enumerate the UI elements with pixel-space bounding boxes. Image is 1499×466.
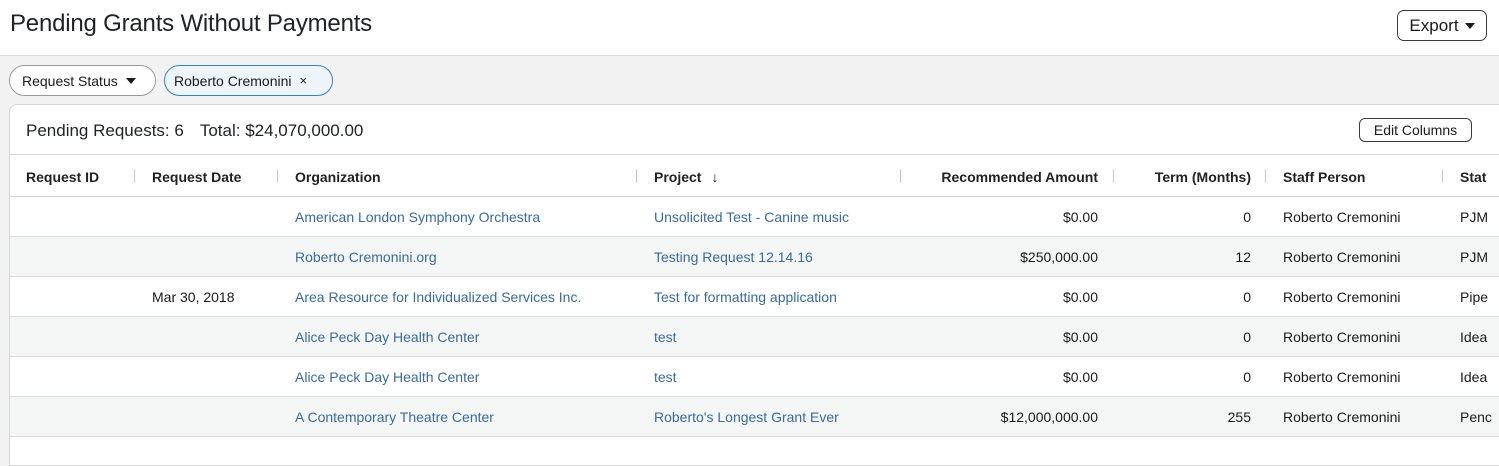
organization-link[interactable]: A Contemporary Theatre Center — [295, 397, 494, 436]
project-link[interactable]: test — [654, 357, 677, 396]
staff-cell: Roberto Cremonini — [1283, 248, 1401, 265]
table-header: Request ID Request Date Organization Pro… — [10, 154, 1499, 197]
export-button[interactable]: Export — [1397, 10, 1487, 41]
column-header-request-id[interactable]: Request ID — [26, 155, 99, 198]
amount-cell: $0.00 — [1062, 208, 1098, 225]
table-row: Roberto Cremonini.org Testing Request 12… — [10, 237, 1499, 277]
column-divider[interactable] — [1442, 169, 1443, 183]
column-header-recommended-amount[interactable]: Recommended Amount — [910, 155, 1098, 198]
staff-cell: Roberto Cremonini — [1283, 408, 1401, 425]
staff-cell: Roberto Cremonini — [1283, 368, 1401, 385]
staff-cell: Roberto Cremonini — [1283, 328, 1401, 345]
status-cell: Pipe — [1460, 288, 1489, 305]
close-icon[interactable]: × — [300, 73, 308, 88]
requests-card: Pending Requests: 6 Total: $24,070,000.0… — [9, 104, 1499, 466]
column-divider[interactable] — [900, 169, 901, 183]
status-cell: PJM — [1460, 208, 1488, 225]
term-cell: 0 — [1243, 288, 1251, 305]
request-status-filter-label: Request Status — [22, 72, 118, 89]
project-link[interactable]: Testing Request 12.14.16 — [654, 237, 813, 276]
summary-bar: Pending Requests: 6 Total: $24,070,000.0… — [26, 121, 363, 141]
status-cell: Penc — [1460, 408, 1492, 425]
amount-cell: $0.00 — [1062, 368, 1098, 385]
term-cell: 0 — [1243, 328, 1251, 345]
column-divider[interactable] — [277, 169, 278, 183]
organization-link[interactable]: Area Resource for Individualized Service… — [295, 277, 581, 316]
organization-link[interactable]: American London Symphony Orchestra — [295, 197, 540, 236]
edit-columns-button[interactable]: Edit Columns — [1359, 118, 1472, 142]
staff-cell: Roberto Cremonini — [1283, 288, 1401, 305]
page-title: Pending Grants Without Payments — [10, 10, 372, 37]
column-divider[interactable] — [1113, 169, 1114, 183]
export-label: Export — [1409, 15, 1459, 35]
table-row: A Contemporary Theatre Center Roberto's … — [10, 397, 1499, 437]
column-header-status[interactable]: Stat — [1460, 155, 1486, 198]
column-divider[interactable] — [134, 169, 135, 183]
staff-person-filter-label: Roberto Cremonini — [174, 72, 292, 89]
project-link[interactable]: Test for formatting application — [654, 277, 837, 316]
table-row: Mar 30, 2018 Area Resource for Individua… — [10, 277, 1499, 317]
column-header-term[interactable]: Term (Months) — [1120, 155, 1251, 198]
term-cell: 255 — [1227, 408, 1251, 425]
caret-down-icon — [1464, 22, 1475, 29]
project-link[interactable]: Roberto's Longest Grant Ever — [654, 397, 839, 436]
column-divider[interactable] — [1265, 169, 1266, 183]
staff-cell: Roberto Cremonini — [1283, 208, 1401, 225]
table-row: Alice Peck Day Health Center test $0.00 … — [10, 357, 1499, 397]
staff-person-filter-chip[interactable]: Roberto Cremonini × — [164, 65, 333, 96]
column-header-project-label: Project — [654, 168, 702, 185]
term-cell: 12 — [1235, 248, 1251, 265]
top-bar: Pending Grants Without Payments Export — [0, 0, 1499, 56]
project-link[interactable]: test — [654, 317, 677, 356]
pending-count: Pending Requests: 6 — [26, 121, 184, 140]
amount-cell: $0.00 — [1062, 328, 1098, 345]
organization-link[interactable]: Roberto Cremonini.org — [295, 237, 437, 276]
caret-down-icon — [125, 77, 136, 84]
column-header-organization[interactable]: Organization — [295, 155, 381, 198]
organization-link[interactable]: Alice Peck Day Health Center — [295, 317, 479, 356]
project-link[interactable]: Unsolicited Test - Canine music — [654, 197, 849, 236]
amount-cell: $250,000.00 — [1020, 248, 1098, 265]
amount-cell: $12,000,000.00 — [1000, 408, 1098, 425]
table-row: Alice Peck Day Health Center test $0.00 … — [10, 317, 1499, 357]
table-row: American London Symphony Orchestra Unsol… — [10, 197, 1499, 237]
organization-link[interactable]: Alice Peck Day Health Center — [295, 357, 479, 396]
term-cell: 0 — [1243, 368, 1251, 385]
column-divider[interactable] — [636, 169, 637, 183]
total-amount: Total: $24,070,000.00 — [199, 121, 364, 140]
request-date-cell: Mar 30, 2018 — [152, 288, 235, 305]
requests-table: Request ID Request Date Organization Pro… — [10, 154, 1499, 437]
column-header-staff-person[interactable]: Staff Person — [1283, 155, 1365, 198]
term-cell: 0 — [1243, 208, 1251, 225]
status-cell: Idea — [1460, 328, 1488, 345]
column-header-project[interactable]: Project ↓ — [654, 155, 718, 198]
request-status-filter[interactable]: Request Status — [9, 65, 156, 96]
column-header-request-date[interactable]: Request Date — [152, 155, 241, 198]
sort-descending-icon: ↓ — [711, 168, 719, 185]
status-cell: PJM — [1460, 248, 1488, 265]
amount-cell: $0.00 — [1062, 288, 1098, 305]
status-cell: Idea — [1460, 368, 1488, 385]
